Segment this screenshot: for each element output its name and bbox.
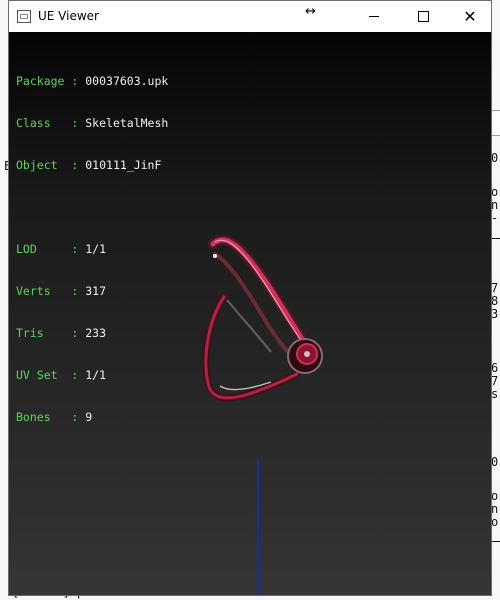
console-fragment bbox=[491, 110, 500, 136]
console-fragment: 7 8 3 bbox=[491, 281, 499, 321]
console-rule bbox=[491, 238, 500, 239]
title-bar[interactable]: UE Viewer ↔ ✕ bbox=[9, 1, 491, 32]
minimize-icon bbox=[369, 16, 379, 17]
console-fragment: o n - bbox=[491, 185, 499, 225]
minimize-button[interactable] bbox=[351, 1, 397, 32]
axis-line bbox=[257, 460, 259, 595]
skeletal-mesh-model[interactable] bbox=[9, 32, 491, 595]
console-fragment: o n o bbox=[491, 489, 499, 529]
console-rule bbox=[491, 541, 500, 542]
maximize-icon bbox=[417, 11, 429, 22]
3d-viewport[interactable]: Package : 00037603.upk Class : SkeletalM… bbox=[9, 32, 491, 595]
ue-viewer-window[interactable]: UE Viewer ↔ ✕ Package : 00037603.upk Cla… bbox=[8, 0, 492, 596]
close-icon: ✕ bbox=[463, 7, 477, 26]
resize-cursor-icon: ↔ bbox=[305, 4, 316, 19]
console-fragment: 0 bbox=[491, 151, 499, 165]
app-window-icon bbox=[17, 10, 31, 23]
window-title: UE Viewer bbox=[38, 9, 99, 23]
maximize-button[interactable] bbox=[400, 1, 446, 32]
close-button[interactable]: ✕ bbox=[447, 1, 493, 32]
console-fragment: 6 7 s bbox=[491, 361, 499, 401]
console-fragment: 0 bbox=[491, 455, 499, 469]
